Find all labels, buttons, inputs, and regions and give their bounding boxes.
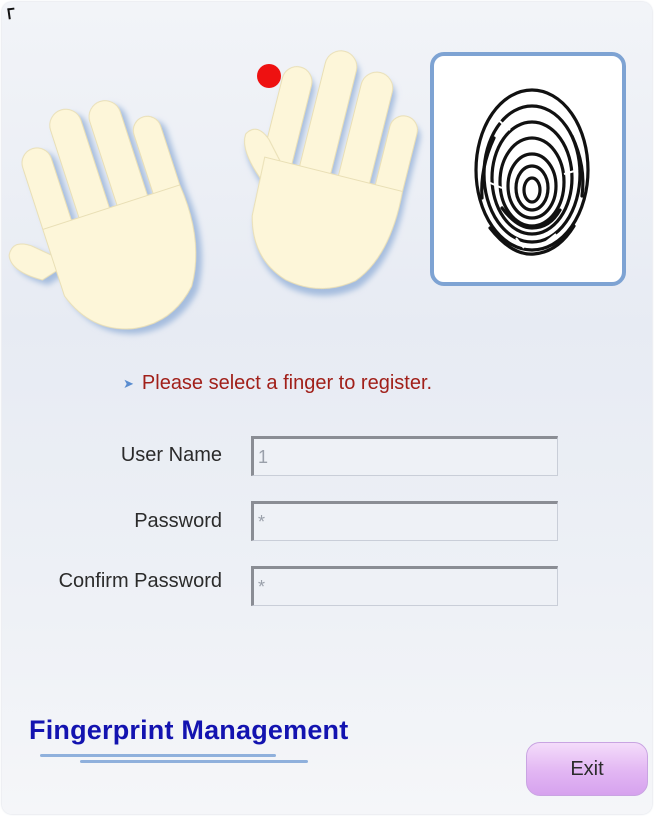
brand-title: Fingerprint Management <box>29 715 349 745</box>
user-name-field[interactable] <box>251 436 558 476</box>
fingerprint-preview <box>430 52 626 286</box>
confirm-password-field[interactable] <box>251 566 558 606</box>
brand-underline <box>40 754 276 757</box>
password-field[interactable] <box>251 501 558 541</box>
hands-illustration <box>2 33 432 342</box>
fingerprint-icon <box>474 88 590 256</box>
selected-finger-dot-icon <box>257 64 281 88</box>
right-hand-icon[interactable] <box>213 33 432 304</box>
exit-button[interactable]: Exit <box>526 742 648 796</box>
confirm-password-label: Confirm Password <box>58 570 222 592</box>
left-hand-icon[interactable] <box>2 82 219 342</box>
prompt-arrow-icon: ➤ <box>123 375 134 391</box>
register-prompt: ➤ Please select a finger to register. <box>123 371 432 395</box>
password-label: Password <box>134 510 222 532</box>
brand-underline <box>80 760 308 763</box>
fingerprint-register-window: ➤ Please select a finger to register. Us… <box>2 2 652 814</box>
user-name-label: User Name <box>120 444 222 466</box>
prompt-text: Please select a finger to register. <box>141 371 433 394</box>
